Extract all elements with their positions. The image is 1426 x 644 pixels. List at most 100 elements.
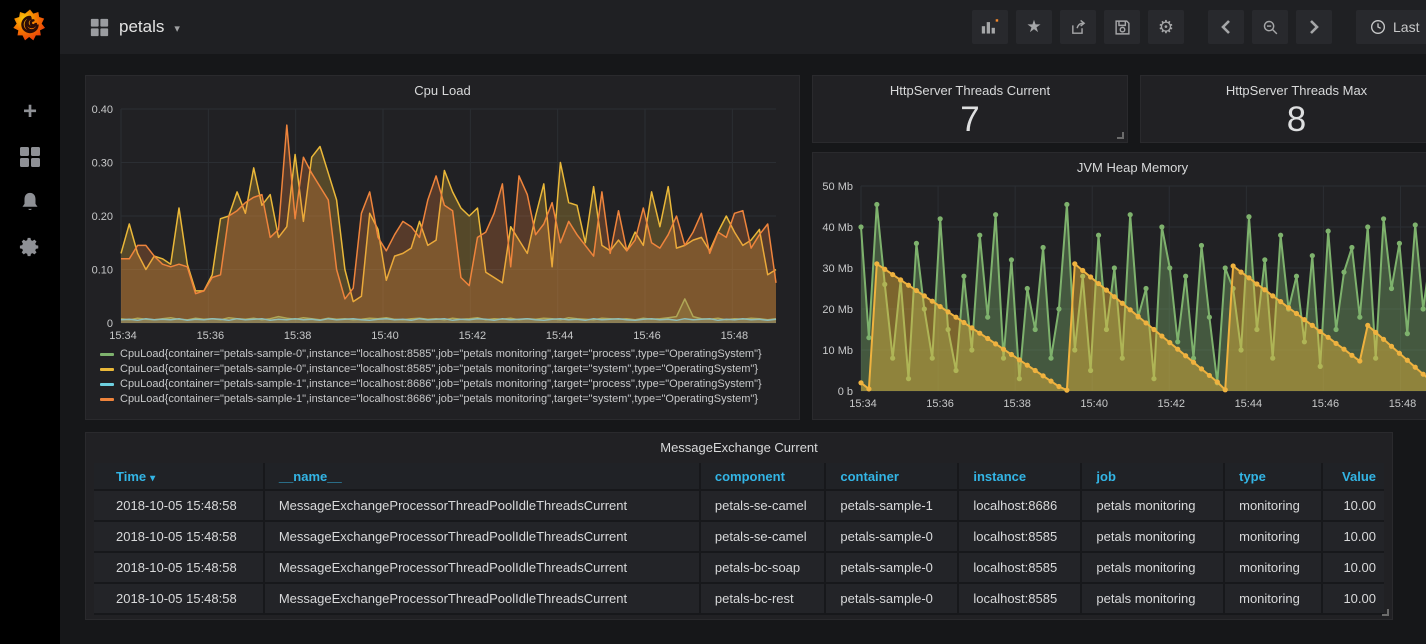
y-axis-tick: 10 Mb	[822, 345, 853, 357]
configuration-gear-icon[interactable]	[14, 231, 46, 263]
table-cell: monitoring	[1225, 553, 1323, 584]
dashboard-canvas: Cpu Load 0.400.300.200.10015:3415:3615:3…	[60, 54, 1426, 644]
x-axis-tick: 15:34	[109, 330, 137, 340]
table-cell: localhost:8585	[959, 522, 1082, 553]
jvm-heap-chart[interactable]: 50 Mb40 Mb30 Mb20 Mb10 Mb0 b15:3415:3615…	[813, 153, 1426, 417]
table-cell: MessageExchangeProcessorThreadPoolIdleTh…	[265, 553, 701, 584]
table-cell: MessageExchangeProcessorThreadPoolIdleTh…	[265, 491, 701, 522]
column-header-component[interactable]: component	[701, 463, 827, 491]
gear-icon: ⚙	[1158, 17, 1174, 38]
y-axis-tick: 40 Mb	[822, 222, 853, 234]
column-header-type[interactable]: type	[1225, 463, 1323, 491]
legend-label: CpuLoad{container="petals-sample-1",inst…	[120, 393, 758, 405]
sidebar: +	[0, 0, 60, 644]
x-axis-tick: 15:44	[546, 330, 574, 340]
panel-cpu-load: Cpu Load 0.400.300.200.10015:3415:3615:3…	[85, 75, 800, 420]
settings-button[interactable]: ⚙	[1148, 10, 1184, 44]
column-header-instance[interactable]: instance	[959, 463, 1082, 491]
table-cell: petals monitoring	[1082, 553, 1225, 584]
column-header-value[interactable]: Value	[1323, 463, 1384, 491]
legend-label: CpuLoad{container="petals-sample-0",inst…	[120, 363, 758, 375]
panel-message-exchange-table: MessageExchange Current Time▾__name__com…	[85, 432, 1393, 620]
dashboard-title: petals	[119, 17, 164, 37]
table-cell: 2018-10-05 15:48:58	[94, 584, 265, 615]
x-axis-tick: 15:38	[1003, 398, 1031, 410]
time-forward-button[interactable]	[1296, 10, 1332, 44]
panel-jvm-heap-memory: JVM Heap Memory 50 Mb40 Mb30 Mb20 Mb10 M…	[812, 152, 1426, 420]
zoom-out-button[interactable]	[1252, 10, 1288, 44]
add-panel-button[interactable]	[972, 10, 1008, 44]
y-axis-tick: 0	[107, 318, 113, 330]
x-axis-tick: 15:40	[371, 330, 399, 340]
legend-item[interactable]: CpuLoad{container="petals-sample-0",inst…	[100, 348, 762, 360]
table-row: 2018-10-05 15:48:58MessageExchangeProces…	[94, 584, 1384, 615]
table-cell: petals monitoring	[1082, 491, 1225, 522]
table-cell: monitoring	[1225, 491, 1323, 522]
x-axis-tick: 15:40	[1080, 398, 1108, 410]
grafana-logo-icon[interactable]	[10, 6, 50, 48]
save-button[interactable]	[1104, 10, 1140, 44]
table-cell: petals-bc-soap	[701, 553, 827, 584]
chevron-left-icon	[1220, 20, 1232, 34]
message-exchange-table: Time▾__name__componentcontainerinstancej…	[94, 463, 1384, 615]
legend-item[interactable]: CpuLoad{container="petals-sample-0",inst…	[100, 363, 762, 375]
y-axis-tick: 0.30	[92, 158, 113, 170]
x-axis-tick: 15:36	[197, 330, 225, 340]
dashboards-grid-icon[interactable]	[14, 141, 46, 173]
table-cell: MessageExchangeProcessorThreadPoolIdleTh…	[265, 522, 701, 553]
resize-handle[interactable]	[1382, 609, 1389, 616]
table-row: 2018-10-05 15:48:58MessageExchangeProces…	[94, 522, 1384, 553]
panel-title-http-threads-max[interactable]: HttpServer Threads Max	[1141, 83, 1426, 98]
time-range-picker[interactable]: Last	[1356, 10, 1426, 44]
table-row: 2018-10-05 15:48:58MessageExchangeProces…	[94, 491, 1384, 522]
resize-handle[interactable]	[1117, 132, 1124, 139]
x-axis-tick: 15:48	[1389, 398, 1417, 410]
legend-color-swatch	[100, 383, 114, 386]
plus-icon	[996, 19, 998, 21]
time-range-label: Last	[1393, 19, 1419, 35]
y-axis-tick: 50 Mb	[822, 181, 853, 193]
share-button[interactable]	[1060, 10, 1096, 44]
column-header-name[interactable]: __name__	[265, 463, 701, 491]
table-cell: petals monitoring	[1082, 522, 1225, 553]
panel-http-threads-max: HttpServer Threads Max 8	[1140, 75, 1426, 143]
create-plus-icon[interactable]: +	[14, 96, 46, 128]
y-axis-tick: 0 b	[838, 386, 853, 398]
legend-color-swatch	[100, 368, 114, 371]
legend-item[interactable]: CpuLoad{container="petals-sample-1",inst…	[100, 393, 762, 405]
column-header-container[interactable]: container	[826, 463, 959, 491]
time-back-button[interactable]	[1208, 10, 1244, 44]
zoom-out-icon	[1262, 19, 1279, 36]
table-header-row: Time▾__name__componentcontainerinstancej…	[94, 463, 1384, 491]
sort-caret-icon: ▾	[150, 473, 155, 484]
cpu-load-chart[interactable]: 0.400.300.200.10015:3415:3615:3815:4015:…	[86, 76, 799, 340]
x-axis-tick: 15:44	[1235, 398, 1263, 410]
alerting-bell-icon[interactable]	[14, 186, 46, 218]
x-axis-tick: 15:38	[284, 330, 312, 340]
table-cell: monitoring	[1225, 584, 1323, 615]
legend-item[interactable]: CpuLoad{container="petals-sample-1",inst…	[100, 378, 762, 390]
column-header-time[interactable]: Time▾	[94, 463, 265, 491]
star-button[interactable]: ★	[1016, 10, 1052, 44]
y-axis-tick: 30 Mb	[822, 263, 853, 275]
x-axis-tick: 15:42	[459, 330, 487, 340]
column-header-job[interactable]: job	[1082, 463, 1225, 491]
panel-title-http-threads-current[interactable]: HttpServer Threads Current	[813, 83, 1127, 98]
x-axis-tick: 15:46	[1312, 398, 1340, 410]
cpu-load-legend: CpuLoad{container="petals-sample-0",inst…	[100, 348, 762, 405]
dashboard-title-picker[interactable]: petals ▾	[90, 17, 180, 37]
table-cell: MessageExchangeProcessorThreadPoolIdleTh…	[265, 584, 701, 615]
legend-color-swatch	[100, 398, 114, 401]
table-cell: petals-sample-1	[826, 491, 959, 522]
stat-value-http-threads-max: 8	[1141, 100, 1426, 140]
table-cell: 2018-10-05 15:48:58	[94, 522, 265, 553]
table-cell: 10.00	[1323, 491, 1384, 522]
table-cell: petals monitoring	[1082, 584, 1225, 615]
y-axis-tick: 20 Mb	[822, 304, 853, 316]
legend-label: CpuLoad{container="petals-sample-0",inst…	[120, 348, 762, 360]
star-icon: ★	[1026, 17, 1041, 37]
table-cell: localhost:8585	[959, 553, 1082, 584]
panel-title-message-exchange[interactable]: MessageExchange Current	[86, 440, 1392, 455]
table-cell: localhost:8686	[959, 491, 1082, 522]
legend-color-swatch	[100, 353, 114, 356]
